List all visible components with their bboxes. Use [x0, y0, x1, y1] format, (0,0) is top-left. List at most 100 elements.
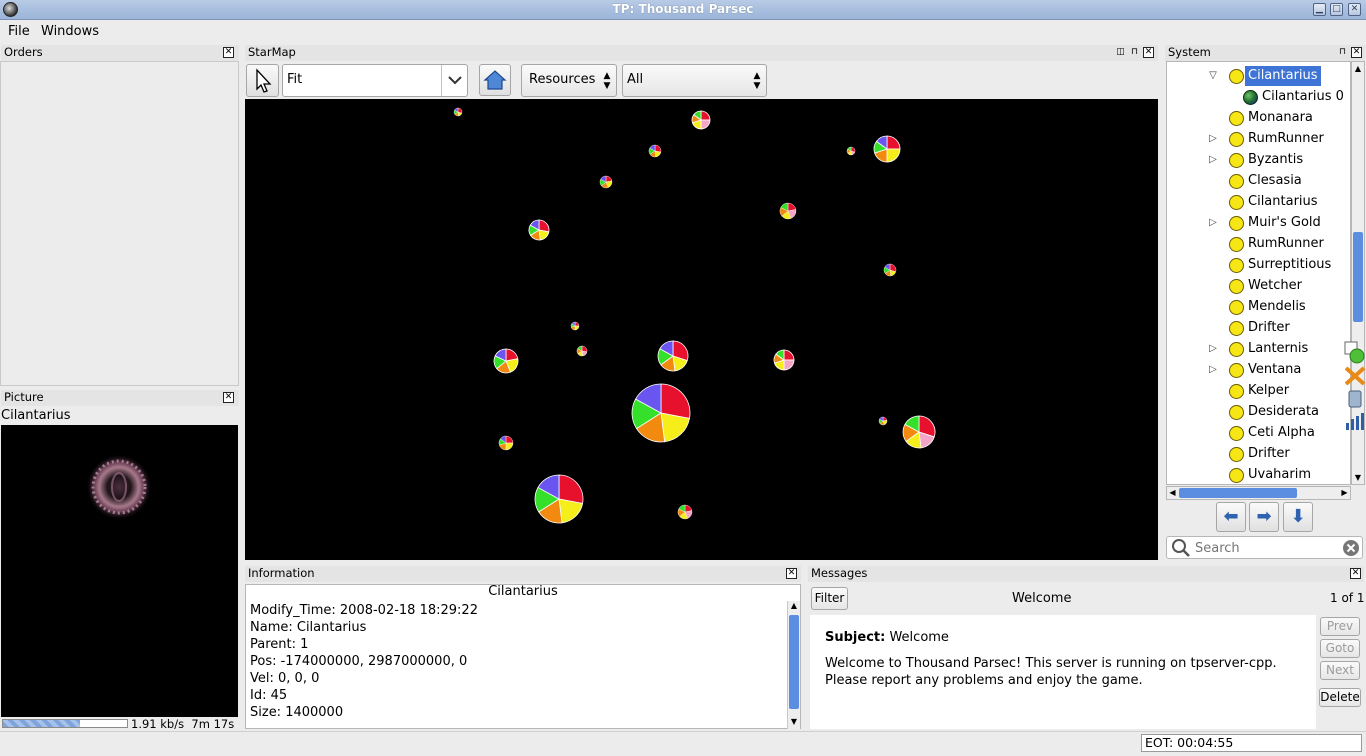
close-system-icon[interactable]: ✕ — [1351, 47, 1362, 58]
pin-starmap-icon[interactable]: ⊓ — [1129, 47, 1140, 58]
close-starmap-icon[interactable]: ✕ — [1143, 47, 1154, 58]
resource-pie-slice — [660, 383, 691, 419]
down-object-button[interactable]: ⬇ — [1283, 502, 1313, 532]
star-system-marker[interactable] — [570, 321, 580, 331]
tree-item[interactable]: Uvaharim — [1167, 465, 1350, 484]
star-system-marker[interactable] — [648, 144, 662, 158]
star-system-marker[interactable] — [691, 110, 711, 130]
scroll-down-icon[interactable]: ▼ — [1352, 471, 1364, 484]
prev-message-button[interactable]: Prev — [1320, 617, 1360, 636]
pin-system-icon[interactable]: ⊓ — [1337, 47, 1348, 58]
close-orders-icon[interactable]: ✕ — [223, 47, 234, 58]
tree-item-label: Kelper — [1248, 383, 1290, 398]
scroll-right-icon[interactable]: ▶ — [1339, 487, 1350, 499]
close-information-icon[interactable]: ✕ — [786, 568, 797, 579]
clear-search-icon[interactable] — [1341, 538, 1361, 558]
star-system-marker[interactable] — [631, 383, 691, 443]
tree-item[interactable]: Surreptitious — [1167, 255, 1350, 276]
scroll-up-icon[interactable]: ▲ — [788, 601, 800, 613]
tree-item[interactable]: Desiderata — [1167, 402, 1350, 423]
star-system-marker[interactable] — [873, 135, 901, 163]
star-system-marker[interactable] — [677, 504, 693, 520]
scroll-up-icon[interactable]: ▲ — [1352, 62, 1364, 75]
star-system-marker[interactable] — [498, 435, 514, 451]
system-tree[interactable]: ▽ Cilantarius Cilantarius 0 Monanara ▷ RumRun… — [1166, 61, 1351, 485]
filter-select[interactable]: All ▲ ▼ — [622, 64, 767, 97]
statistics-icon[interactable] — [1346, 413, 1364, 430]
scrollbar-thumb[interactable] — [1353, 232, 1363, 322]
tree-item[interactable]: Monanara — [1167, 108, 1350, 129]
system-horizontal-scrollbar[interactable]: ◀ ▶ — [1166, 486, 1351, 500]
star-system-marker[interactable] — [779, 202, 797, 220]
information-scrollbar[interactable]: ▲ ▼ — [787, 601, 800, 729]
tree-item[interactable]: Clesasia — [1167, 171, 1350, 192]
star-system-marker[interactable] — [878, 416, 888, 426]
expand-icon[interactable]: ▷ — [1207, 360, 1219, 380]
scrollbar-thumb[interactable] — [1179, 488, 1297, 498]
tree-item[interactable]: Cilantarius — [1167, 192, 1350, 213]
maximize-button[interactable]: □ — [1330, 3, 1343, 16]
menu-file[interactable]: File — [8, 24, 30, 39]
menu-windows[interactable]: Windows — [41, 24, 99, 39]
zoom-select[interactable]: Fit — [282, 64, 468, 97]
select-tool-button[interactable] — [246, 64, 279, 97]
star-system-marker[interactable] — [902, 415, 936, 449]
expand-icon[interactable]: ▷ — [1207, 339, 1219, 359]
minimize-button[interactable]: ▁ — [1313, 3, 1326, 16]
tree-item[interactable]: ▷ Byzantis — [1167, 150, 1350, 171]
delete-message-button[interactable]: Delete — [1319, 688, 1361, 707]
star-system-marker[interactable] — [773, 349, 795, 371]
close-window-button[interactable]: ✕ — [1348, 3, 1361, 16]
orders-list[interactable] — [0, 61, 239, 386]
collapse-icon[interactable]: ▽ — [1207, 66, 1219, 86]
tree-item[interactable]: ▷ Ventana — [1167, 360, 1350, 381]
starmap-drawing[interactable] — [245, 99, 1158, 560]
star-system-marker[interactable] — [576, 345, 588, 357]
tree-item[interactable]: ▷ RumRunner — [1167, 129, 1350, 150]
star-system-marker[interactable] — [528, 219, 550, 241]
expand-icon[interactable]: ▷ — [1207, 129, 1219, 149]
search-field[interactable] — [1166, 536, 1363, 559]
overlay-select[interactable]: Resources ▲ ▼ — [521, 64, 617, 97]
scroll-left-icon[interactable]: ◀ — [1167, 487, 1178, 499]
filter-button[interactable]: Filter — [811, 587, 848, 610]
tree-item[interactable]: Mendelis — [1167, 297, 1350, 318]
previous-object-button[interactable]: ⬅ — [1216, 502, 1246, 532]
star-system-marker[interactable] — [599, 175, 613, 189]
star-icon — [1229, 174, 1244, 189]
close-messages-icon[interactable]: ✕ — [1350, 568, 1361, 579]
clipboard-icon[interactable] — [1348, 390, 1362, 408]
star-system-marker[interactable] — [883, 263, 897, 277]
tree-item-label: Surreptitious — [1248, 257, 1332, 272]
add-order-icon[interactable] — [1344, 341, 1365, 364]
tree-item[interactable]: ▽ Cilantarius — [1167, 66, 1350, 87]
tree-item[interactable]: Drifter — [1167, 318, 1350, 339]
scroll-down-icon[interactable]: ▼ — [788, 717, 800, 729]
tree-item[interactable]: ▷ Lanternis — [1167, 339, 1350, 360]
star-system-marker[interactable] — [453, 107, 463, 117]
tree-item[interactable]: Cilantarius 0 — [1167, 87, 1350, 108]
tree-item[interactable]: ▷ Muir's Gold — [1167, 213, 1350, 234]
star-system-marker[interactable] — [846, 146, 856, 156]
float-starmap-icon[interactable]: ◫ — [1115, 47, 1126, 58]
close-picture-icon[interactable]: ✕ — [223, 392, 234, 403]
next-message-button[interactable]: Next — [1320, 661, 1360, 680]
tree-item[interactable]: Drifter — [1167, 444, 1350, 465]
tree-item[interactable]: Kelper — [1167, 381, 1350, 402]
star-system-marker[interactable] — [493, 348, 519, 374]
tree-item[interactable]: Wetcher — [1167, 276, 1350, 297]
star-system-marker[interactable] — [534, 474, 584, 524]
next-object-button[interactable]: ➡ — [1249, 502, 1279, 532]
expand-icon[interactable]: ▷ — [1207, 213, 1219, 233]
scrollbar-thumb[interactable] — [789, 615, 799, 709]
expand-icon[interactable]: ▷ — [1207, 150, 1219, 170]
search-input[interactable] — [1195, 539, 1335, 557]
tree-item[interactable]: RumRunner — [1167, 234, 1350, 255]
goto-message-button[interactable]: Goto — [1320, 639, 1360, 658]
tree-item[interactable]: Ceti Alpha — [1167, 423, 1350, 444]
starmap-canvas[interactable] — [245, 99, 1158, 560]
star-system-marker[interactable] — [657, 340, 689, 372]
message-body: Subject: Welcome Welcome to Thousand Par… — [810, 615, 1316, 729]
home-button[interactable] — [479, 64, 511, 96]
delete-order-icon[interactable] — [1344, 366, 1366, 386]
